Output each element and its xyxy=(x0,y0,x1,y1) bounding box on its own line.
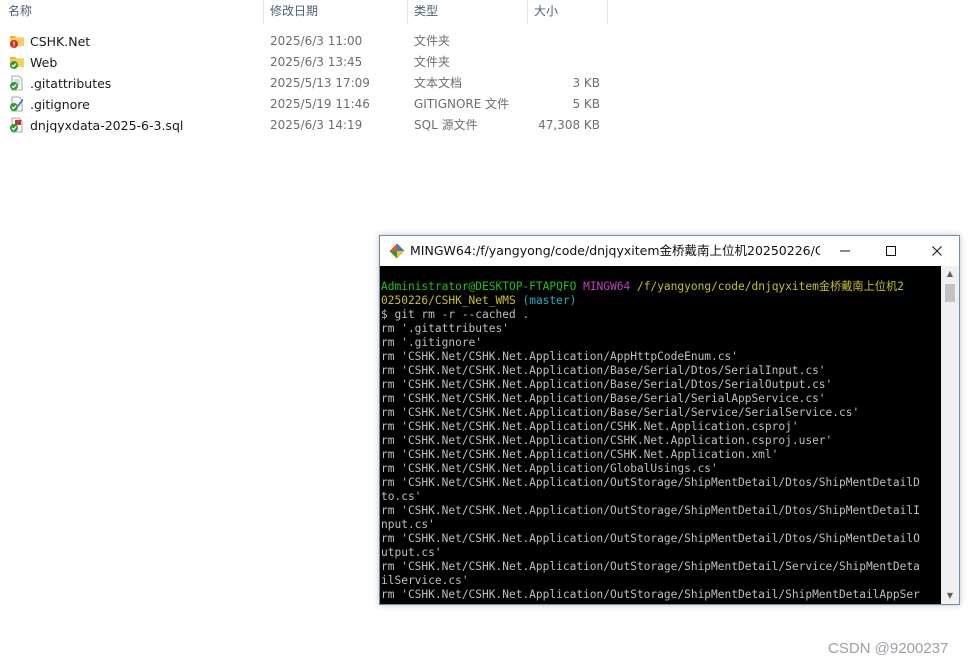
text-file-synced-icon xyxy=(10,75,23,91)
terminal-output-line: rm 'CSHK.Net/CSHK.Net.Application/OutSto… xyxy=(381,504,920,517)
file-date: 2025/6/3 11:00 xyxy=(270,34,363,48)
prompt-user: Administrator@DESKTOP-FTAPQFO xyxy=(381,280,577,293)
file-date: 2025/5/19 11:46 xyxy=(270,97,370,111)
file-size: 5 KB xyxy=(572,97,600,111)
file-date: 2025/6/3 13:45 xyxy=(270,55,363,69)
terminal-output-line: rm 'CSHK.Net/CSHK.Net.Application/OutSto… xyxy=(381,588,920,601)
file-name: CSHK.Net xyxy=(30,34,91,49)
terminal-output[interactable]: Administrator@DESKTOP-FTAPQFO MINGW64 /f… xyxy=(380,266,941,604)
column-header-type[interactable]: 类型 xyxy=(408,0,528,24)
terminal-output-line: utput.cs' xyxy=(381,546,442,559)
file-type: 文件夹 xyxy=(414,55,451,69)
terminal-output-line: to.cs' xyxy=(381,490,422,503)
terminal-output-line: rm 'CSHK.Net/CSHK.Net.Application/Base/S… xyxy=(381,406,860,419)
file-size: 3 KB xyxy=(572,76,600,90)
output-lines: rm '.gitattributes' rm '.gitignore' rm 'CS… xyxy=(380,322,941,602)
file-size: 47,308 KB xyxy=(538,118,600,132)
file-edit-synced-icon xyxy=(10,96,24,112)
terminal-output-line: rm 'CSHK.Net/CSHK.Net.Application/CSHK.N… xyxy=(381,420,799,433)
terminal-output-line: rm '.gitattributes' xyxy=(381,322,509,335)
terminal-scrollbar[interactable]: ▲ ▼ xyxy=(941,266,959,604)
terminal-output-line: rm '.gitignore' xyxy=(381,336,483,349)
terminal-output-line: rm 'CSHK.Net/CSHK.Net.Application/Base/S… xyxy=(381,392,826,405)
scroll-up-icon[interactable]: ▲ xyxy=(941,266,959,282)
column-label-date: 修改日期 xyxy=(270,4,319,18)
terminal-output-line: nput.cs' xyxy=(381,518,435,531)
mingw64-terminal-window[interactable]: MINGW64:/f/yangyong/code/dnjqyxitem金桥戴南上… xyxy=(379,235,960,605)
terminal-output-line: rm 'CSHK.Net/CSHK.Net.Application/Base/S… xyxy=(381,364,826,377)
close-button[interactable] xyxy=(914,236,960,266)
terminal-output-line: rm 'CSHK.Net/CSHK.Net.Application/OutSto… xyxy=(381,532,920,545)
file-name: dnjqyxdata-2025-6-3.sql xyxy=(30,118,184,133)
maximize-icon xyxy=(886,246,896,256)
column-header-size[interactable]: 大小 xyxy=(528,0,608,24)
file-row-sql[interactable]: dnjqyxdata-2025-6-3.sql 2025/6/3 14:19 S… xyxy=(0,115,610,136)
file-row-gitignore[interactable]: .gitignore 2025/5/19 11:46 GITIGNORE 文件 … xyxy=(0,94,610,115)
file-date: 2025/5/13 17:09 xyxy=(270,76,370,90)
column-label-name: 名称 xyxy=(8,4,33,18)
file-date: 2025/6/3 14:19 xyxy=(270,118,363,132)
close-icon xyxy=(932,246,942,256)
column-label-size: 大小 xyxy=(534,4,559,18)
file-row-cshk-net[interactable]: CSHK.Net 2025/6/3 11:00 文件夹 xyxy=(0,31,610,52)
terminal-title: MINGW64:/f/yangyong/code/dnjqyxitem金桥戴南上… xyxy=(410,243,820,258)
file-name: Web xyxy=(30,55,58,70)
column-label-type: 类型 xyxy=(414,4,439,18)
column-header-name[interactable]: ^ 名称 xyxy=(0,0,264,24)
scroll-down-icon[interactable]: ▼ xyxy=(941,588,959,604)
terminal-output-line: rm 'CSHK.Net/CSHK.Net.Application/CSHK.N… xyxy=(381,448,779,461)
column-header-date[interactable]: 修改日期 xyxy=(264,0,408,24)
git-logo-icon xyxy=(389,243,405,259)
terminal-output-line: rm 'CSHK.Net/CSHK.Net.Application/Base/S… xyxy=(381,378,833,391)
sql-file-synced-icon xyxy=(10,117,23,133)
terminal-output-line: rm 'CSHK.Net/CSHK.Net.Application/CSHK.N… xyxy=(381,434,833,447)
terminal-output-line: ilService.cs' xyxy=(381,574,469,587)
folder-conflict-icon xyxy=(10,36,24,48)
minimize-button[interactable] xyxy=(822,236,868,266)
terminal-output-line: rm 'CSHK.Net/CSHK.Net.Application/OutSto… xyxy=(381,476,920,489)
command-line: $ git rm -r --cached . xyxy=(381,308,530,321)
terminal-output-line: rm 'CSHK.Net/CSHK.Net.Application/Global… xyxy=(381,462,718,475)
file-type: GITIGNORE 文件 xyxy=(414,97,510,111)
prompt-line: Administrator@DESKTOP-FTAPQFO MINGW64 /f… xyxy=(380,280,941,294)
prompt-line-continued: 0250226/CSHK_Net_WMS (master) xyxy=(380,294,941,308)
scrollbar-thumb[interactable] xyxy=(945,284,955,302)
maximize-button[interactable] xyxy=(868,236,914,266)
file-type: 文件夹 xyxy=(414,34,451,48)
terminal-output-line: rm 'CSHK.Net/CSHK.Net.Application/OutSto… xyxy=(381,560,920,573)
csdn-watermark: CSDN @9200237 xyxy=(828,640,949,657)
prompt-env: MINGW64 xyxy=(583,280,631,293)
sort-ascending-icon: ^ xyxy=(128,0,136,7)
file-name: .gitattributes xyxy=(30,76,112,91)
file-row-gitattributes[interactable]: .gitattributes 2025/5/13 17:09 文本文档 3 KB xyxy=(0,73,610,94)
folder-synced-icon xyxy=(10,57,24,69)
terminal-titlebar[interactable]: MINGW64:/f/yangyong/code/dnjqyxitem金桥戴南上… xyxy=(380,236,959,266)
file-row-web[interactable]: Web 2025/6/3 13:45 文件夹 xyxy=(0,52,610,73)
file-name: .gitignore xyxy=(30,97,90,112)
prompt-path-continued: 0250226/CSHK_Net_WMS xyxy=(381,294,516,307)
prompt-path: /f/yangyong/code/dnjqyxitem金桥戴南上位机2 xyxy=(636,280,904,293)
file-type: 文本文档 xyxy=(414,76,463,90)
minimize-icon xyxy=(840,250,850,252)
file-type: SQL 源文件 xyxy=(414,118,478,132)
terminal-output-line: rm 'CSHK.Net/CSHK.Net.Application/AppHtt… xyxy=(381,350,738,363)
prompt-branch: (master) xyxy=(522,294,577,307)
